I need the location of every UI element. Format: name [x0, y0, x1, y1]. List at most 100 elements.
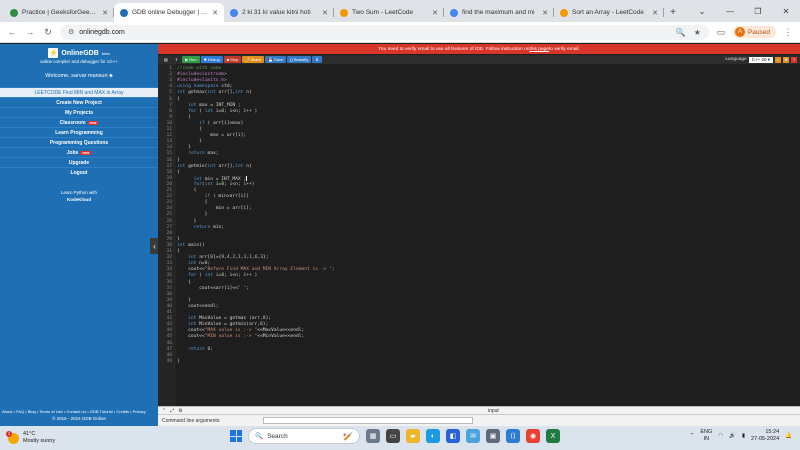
code-line[interactable]: 35 for ( int i=0; i<n; i++ ) [158, 273, 800, 279]
code-line[interactable]: 45 cout<<"MIN value is :-> "<<MinValue<<… [158, 334, 800, 340]
save-button[interactable]: 💾 Save [265, 56, 287, 63]
maximize-icon[interactable]: ❐ [744, 0, 772, 22]
code-line[interactable]: 10 if ( arr[i]>max) [158, 121, 800, 127]
share-button[interactable]: ⤴ Share [242, 56, 265, 63]
zoom-icon[interactable]: 🔍 [676, 28, 686, 37]
forward-icon[interactable]: → [24, 26, 36, 38]
stop-button[interactable]: ■ Stop [223, 56, 242, 63]
code-line[interactable]: 34 cout<<"Before Find MAX and MIN Array … [158, 267, 800, 273]
url-input[interactable]: ⚙ onlinegdb.com 🔍 ★ [60, 24, 709, 40]
footer-links[interactable]: About • FAQ • Blog • Terms of Use • Cont… [0, 409, 158, 414]
help-icon[interactable]: ? [791, 56, 797, 63]
code-line[interactable]: 8 for ( int i=0; i<n; i++ ) [158, 109, 800, 115]
code-line[interactable]: 33 int n=8; [158, 261, 800, 267]
language-select[interactable]: C++ 20 ▾ [748, 56, 773, 63]
minimize-icon[interactable]: — [716, 0, 744, 22]
code-line[interactable]: 48 [158, 353, 800, 359]
tab-close-icon[interactable]: ✕ [652, 9, 658, 17]
code-line[interactable]: 12 max = arr[i]; [158, 133, 800, 139]
photos-icon[interactable]: ▣ [486, 429, 500, 443]
widgets-icon[interactable]: ▦ [366, 429, 380, 443]
settings-gear-icon[interactable]: ⚙ [783, 56, 789, 63]
code-line[interactable]: 28 [158, 231, 800, 237]
code-line[interactable]: 2 #include<iostream> [158, 72, 800, 78]
reload-icon[interactable]: ↻ [42, 26, 54, 38]
brand-logo[interactable]: ⚡ OnlineGDB beta online compiler and deb… [0, 44, 158, 66]
code-line[interactable]: 39 } [158, 298, 800, 304]
code-line[interactable]: 32 int arr[8]={9,4,2,1,3,1,6,3}; [158, 255, 800, 261]
verify-email-link[interactable]: this page [529, 47, 548, 52]
tab-close-icon[interactable]: ✕ [322, 9, 328, 17]
cmd-args-input[interactable] [262, 417, 473, 424]
tab-close-icon[interactable]: ✕ [212, 9, 218, 17]
clock[interactable]: 15:24 27-05-2024 [751, 429, 779, 443]
code-line[interactable]: 21 { [158, 188, 800, 194]
sidebar-item-3[interactable]: Learn Programming [0, 127, 158, 137]
vscode-icon[interactable]: ⟨⟩ [506, 429, 520, 443]
code-line[interactable]: 1 //code with samu [158, 66, 800, 72]
chrome-icon[interactable]: ◉ [526, 429, 540, 443]
code-line[interactable]: 5 int getmax(int arr[],int n) [158, 90, 800, 96]
excel-icon[interactable]: X [546, 429, 560, 443]
tab-close-icon[interactable]: ✕ [542, 9, 548, 17]
expand-icon[interactable]: ⤢ [170, 408, 174, 414]
code-line[interactable]: 47 return 0; [158, 347, 800, 353]
close-window-icon[interactable]: ✕ [772, 0, 800, 22]
back-icon[interactable]: ← [6, 26, 18, 38]
sidebar-item-5[interactable]: Jobs new [0, 147, 158, 157]
weather-widget[interactable]: 1 41°C Mostly sunny [0, 430, 110, 445]
menu-dots-icon[interactable]: ⋮ [782, 26, 794, 38]
sidebar-item-1[interactable]: My Projects [0, 107, 158, 117]
upload-icon[interactable]: ⇪ [172, 56, 181, 63]
code-line[interactable]: 15 return max; [158, 151, 800, 157]
sidebar-item-current-project[interactable]: LEETCODE Find MIN and MAX in Array [0, 87, 158, 97]
task-view-icon[interactable]: ▭ [386, 429, 400, 443]
code-line[interactable]: 13 } [158, 139, 800, 145]
code-line[interactable]: 31 { [158, 249, 800, 255]
store-icon[interactable]: ◧ [446, 429, 460, 443]
taskbar-search[interactable]: 🔍 Search 🏏 [248, 428, 360, 444]
code-line[interactable]: 3 #include<limits.h> [158, 78, 800, 84]
code-line[interactable]: 49} [158, 359, 800, 365]
chevron-up-icon[interactable]: ⌃ [162, 408, 166, 414]
sidebar-item-7[interactable]: Logout [0, 167, 158, 177]
browser-tab-5[interactable]: Sort an Array - LeetCode ✕ [554, 3, 664, 22]
sidebar-item-2[interactable]: Classroom new [0, 117, 158, 127]
browser-tab-4[interactable]: find the maximum and mi ✕ [444, 3, 554, 22]
battery-icon[interactable]: ▮ [742, 433, 745, 439]
extensions-icon[interactable]: ▭ [715, 26, 727, 38]
code-line[interactable]: 29} [158, 237, 800, 243]
code-line[interactable]: 25 } [158, 212, 800, 218]
debug-button[interactable]: ✱ Debug [200, 56, 223, 63]
code-line[interactable]: 30 int main() [158, 243, 800, 249]
tab-close-icon[interactable]: ✕ [432, 9, 438, 17]
run-button[interactable]: ▶ Run [182, 56, 200, 63]
file-icon[interactable]: ▤ [161, 56, 171, 63]
code-line[interactable]: 44 cout<<"MAX value is :-> "<<MaxValue<<… [158, 328, 800, 334]
code-line[interactable]: 41 [158, 310, 800, 316]
code-line[interactable]: 11 { [158, 127, 800, 133]
file-explorer-icon[interactable]: ▰ [406, 429, 420, 443]
sidebar-item-4[interactable]: Programming Questions [0, 137, 158, 147]
code-line[interactable]: 24 min = arr[i]; [158, 206, 800, 212]
browser-tab-0[interactable]: Practice | GeeksforGeeks | ✕ [4, 3, 114, 22]
code-line[interactable]: 17 int getmin(int arr[],int n) [158, 164, 800, 170]
code-line[interactable]: 19 int min = INT_MAX ; [158, 175, 800, 182]
profile-button[interactable]: A Paused [732, 26, 776, 38]
info-icon[interactable]: i [775, 56, 781, 63]
settings-icon[interactable]: ⚙ [178, 408, 182, 414]
code-line[interactable]: 16} [158, 158, 800, 164]
code-line[interactable]: 18 { [158, 170, 800, 176]
beautify-button[interactable]: {} Beautify [287, 56, 312, 63]
sidebar-item-6[interactable]: Upgrade [0, 157, 158, 167]
new-tab-button[interactable]: + [664, 3, 682, 22]
code-line[interactable]: 27 return min; [158, 225, 800, 231]
language-indicator[interactable]: ENG IN [700, 429, 712, 443]
mail-icon[interactable]: ✉ [466, 429, 480, 443]
code-line[interactable]: 23 { [158, 200, 800, 206]
code-line[interactable]: 36 { [158, 280, 800, 286]
browser-tab-3[interactable]: Two Sum - LeetCode ✕ [334, 3, 444, 22]
wifi-icon[interactable]: ◠ [718, 433, 723, 439]
code-line[interactable]: 22 if ( min>arr[i]) [158, 194, 800, 200]
code-line[interactable]: 43 int MinValue = getmin(arr,8); [158, 322, 800, 328]
